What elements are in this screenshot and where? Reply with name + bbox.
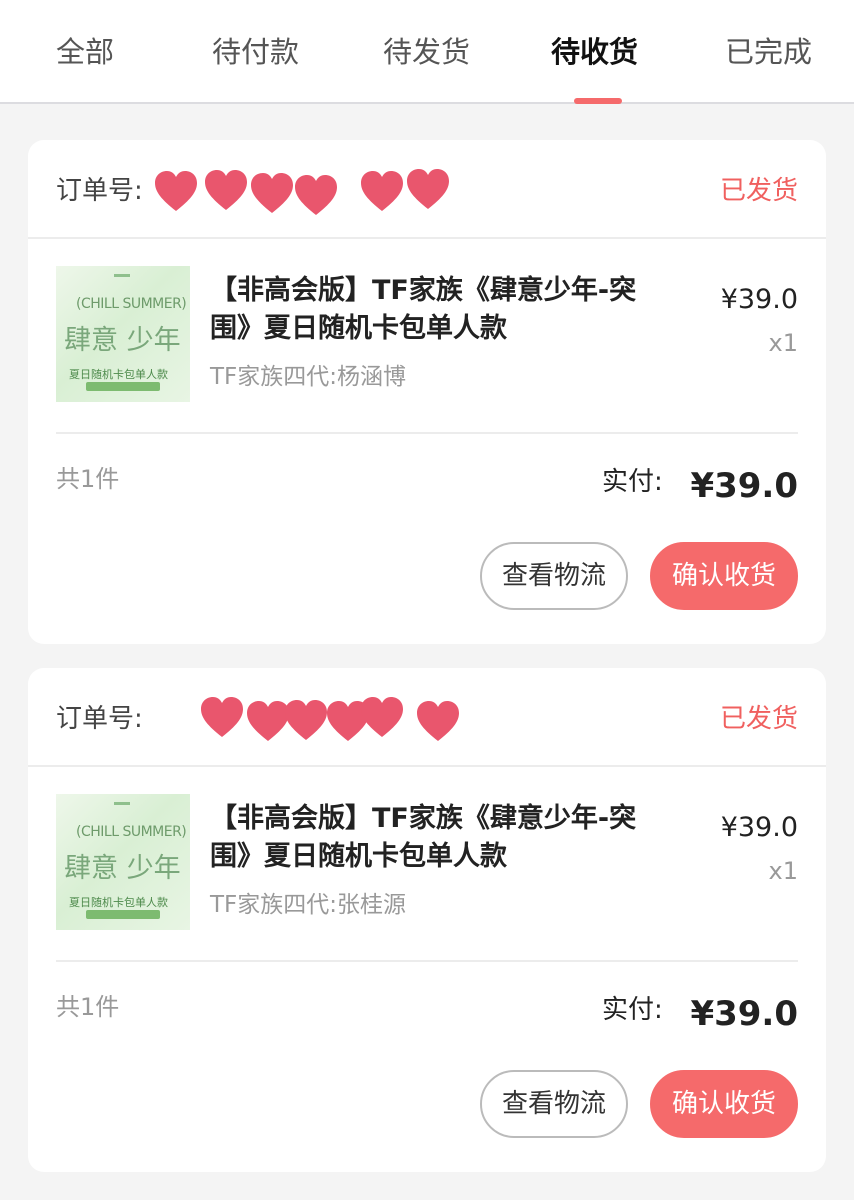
product-thumbnail[interactable]: (CHILL SUMMER) 肆意 少年 夏日随机卡包单人款 (56, 794, 190, 930)
heart-sticker-icon (361, 171, 403, 211)
order-status: 已发货 (719, 176, 798, 206)
divider (56, 432, 798, 434)
product-price: ¥39.0 (720, 812, 798, 843)
order-header: 订单号: 已发货 (28, 140, 826, 239)
confirm-receipt-button[interactable]: 确认收货 (650, 1070, 798, 1138)
order-card[interactable]: 订单号: 已发货 (CHILL SUMMER) 肆意 少年 夏日随机卡包单人款 … (28, 140, 826, 644)
order-number-label: 订单号: (56, 704, 143, 734)
heart-sticker-icon (295, 175, 337, 215)
heart-sticker-icon (407, 169, 449, 209)
heart-sticker-icon (361, 697, 403, 737)
heart-sticker-icon (205, 170, 247, 210)
item-count: 共1件 (56, 993, 120, 1021)
tab-completed[interactable]: 已完成 (725, 30, 812, 74)
paid-label: 实付: (602, 995, 663, 1025)
view-logistics-button[interactable]: 查看物流 (480, 1070, 628, 1138)
heart-sticker-icon (251, 173, 293, 213)
product-price: ¥39.0 (720, 284, 798, 315)
product-quantity: x1 (768, 329, 798, 357)
product-title[interactable]: 【非高会版】TF家族《肆意少年-突围》夏日随机卡包单人款 (210, 800, 640, 876)
heart-sticker-icon (285, 700, 327, 740)
confirm-receipt-button[interactable]: 确认收货 (650, 542, 798, 610)
order-status: 已发货 (719, 704, 798, 734)
product-thumbnail[interactable]: (CHILL SUMMER) 肆意 少年 夏日随机卡包单人款 (56, 266, 190, 402)
order-number-label: 订单号: (56, 176, 143, 206)
paid-amount: ¥39.0 (690, 994, 798, 1034)
paid-label: 实付: (602, 467, 663, 497)
product-variant: TF家族四代:张桂源 (210, 892, 407, 918)
divider (56, 960, 798, 962)
paid-amount: ¥39.0 (690, 466, 798, 506)
product-title[interactable]: 【非高会版】TF家族《肆意少年-突围》夏日随机卡包单人款 (210, 272, 640, 348)
tab-pending-receipt[interactable]: 待收货 (551, 30, 638, 74)
heart-sticker-icon (417, 701, 459, 741)
heart-sticker-icon (201, 697, 243, 737)
order-status-tabs: 全部 待付款 待发货 待收货 已完成 (0, 0, 854, 104)
item-count: 共1件 (56, 465, 120, 493)
product-variant: TF家族四代:杨涵博 (210, 364, 407, 390)
order-number-redaction (152, 164, 452, 218)
order-header: 订单号: 已发货 (28, 668, 826, 767)
view-logistics-button[interactable]: 查看物流 (480, 542, 628, 610)
tab-all[interactable]: 全部 (56, 30, 114, 74)
order-number-redaction (168, 692, 468, 746)
tab-pending-shipment[interactable]: 待发货 (383, 30, 470, 74)
product-quantity: x1 (768, 857, 798, 885)
active-tab-indicator (574, 98, 622, 104)
order-card[interactable]: 订单号: 已发货 (CHILL SUMMER) 肆意 少年 夏日随机卡包单人款 … (28, 668, 826, 1172)
heart-sticker-icon (155, 171, 197, 211)
tab-pending-payment[interactable]: 待付款 (212, 30, 299, 74)
